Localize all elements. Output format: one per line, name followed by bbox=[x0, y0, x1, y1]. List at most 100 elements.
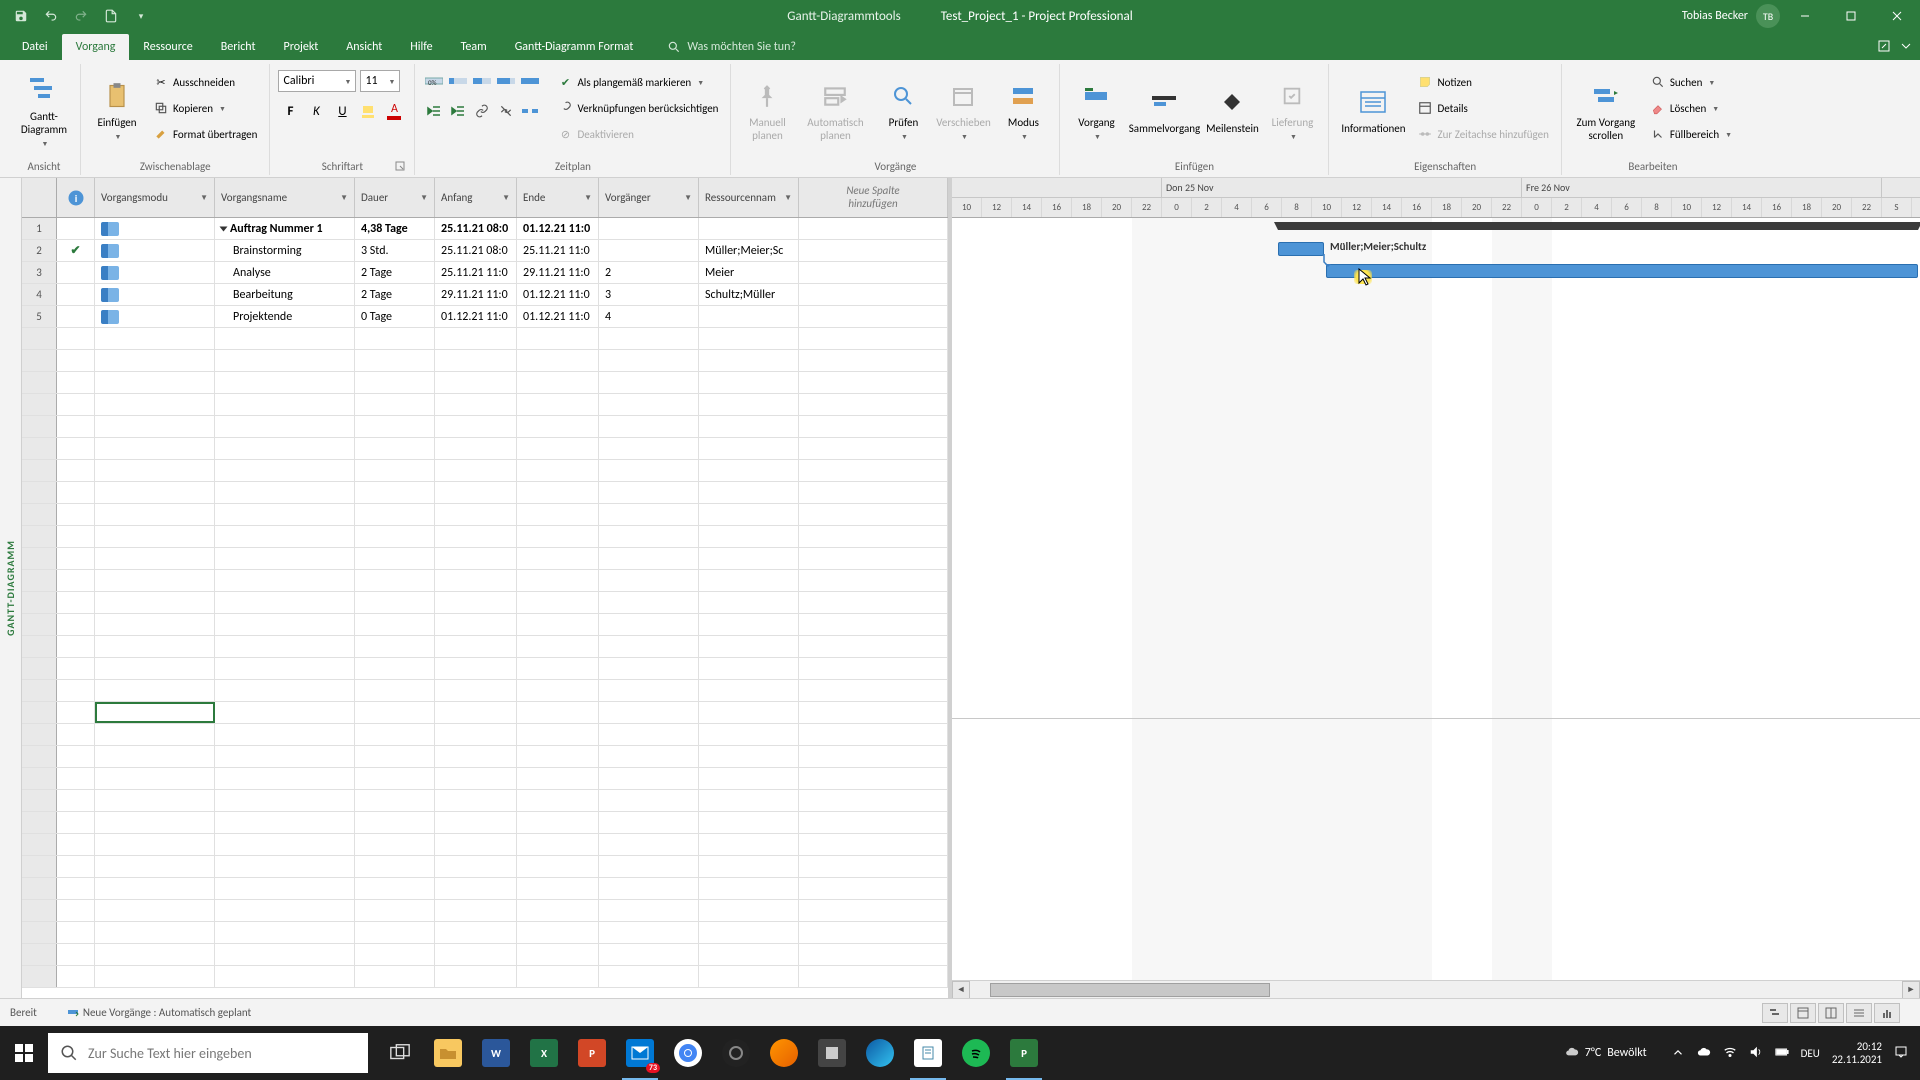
cell-resources[interactable]: Müller;Meier;Sc bbox=[699, 240, 799, 261]
cell-info[interactable] bbox=[57, 724, 95, 745]
cell-start[interactable]: 01.12.21 11:0 bbox=[435, 306, 517, 327]
cell-end[interactable] bbox=[517, 702, 599, 723]
cell-duration[interactable] bbox=[355, 636, 435, 657]
cell-predecessors[interactable] bbox=[599, 372, 699, 393]
cell-resources[interactable] bbox=[699, 702, 799, 723]
row-number[interactable] bbox=[22, 944, 57, 965]
cell-new[interactable] bbox=[799, 240, 948, 261]
table-row[interactable] bbox=[22, 394, 948, 416]
copy-button[interactable]: Kopieren▼ bbox=[149, 96, 261, 120]
cell-mode[interactable] bbox=[95, 724, 215, 745]
cell-resources[interactable] bbox=[699, 548, 799, 569]
table-row[interactable] bbox=[22, 526, 948, 548]
cell-duration[interactable]: 4,38 Tage bbox=[355, 218, 435, 239]
cell-name[interactable] bbox=[215, 702, 355, 723]
cell-duration[interactable] bbox=[355, 548, 435, 569]
cell-mode[interactable] bbox=[95, 680, 215, 701]
cell-new[interactable] bbox=[799, 504, 948, 525]
table-row[interactable] bbox=[22, 372, 948, 394]
cell-mode[interactable] bbox=[95, 856, 215, 877]
cell-mode[interactable] bbox=[95, 570, 215, 591]
tab-ansicht[interactable]: Ansicht bbox=[332, 34, 396, 60]
cell-predecessors[interactable] bbox=[599, 240, 699, 261]
bold-button[interactable]: F bbox=[278, 100, 302, 122]
cell-new[interactable] bbox=[799, 460, 948, 481]
cell-info[interactable] bbox=[57, 262, 95, 283]
cell-end[interactable]: 29.11.21 11:0 bbox=[517, 262, 599, 283]
cell-duration[interactable] bbox=[355, 570, 435, 591]
row-number[interactable] bbox=[22, 834, 57, 855]
table-row[interactable] bbox=[22, 966, 948, 988]
cell-duration[interactable] bbox=[355, 834, 435, 855]
row-number[interactable] bbox=[22, 438, 57, 459]
cell-start[interactable] bbox=[435, 658, 517, 679]
col-mode[interactable]: Vorgangsmodu▼ bbox=[95, 178, 215, 217]
clock[interactable]: 20:12 22.11.2021 bbox=[1832, 1040, 1882, 1066]
cell-mode[interactable] bbox=[95, 614, 215, 635]
cell-mode[interactable] bbox=[95, 922, 215, 943]
cell-info[interactable] bbox=[57, 922, 95, 943]
cell-mode[interactable] bbox=[95, 284, 215, 305]
cell-start[interactable] bbox=[435, 856, 517, 877]
cell-start[interactable]: 25.11.21 11:0 bbox=[435, 262, 517, 283]
cell-new[interactable] bbox=[799, 944, 948, 965]
cell-info[interactable] bbox=[57, 482, 95, 503]
cell-duration[interactable] bbox=[355, 680, 435, 701]
table-row[interactable]: 5Projektende0 Tage01.12.21 11:001.12.21 … bbox=[22, 306, 948, 328]
chrome-icon[interactable] bbox=[664, 1026, 712, 1080]
cell-start[interactable] bbox=[435, 944, 517, 965]
cell-predecessors[interactable]: 2 bbox=[599, 262, 699, 283]
cell-mode[interactable] bbox=[95, 812, 215, 833]
table-row[interactable] bbox=[22, 724, 948, 746]
cell-predecessors[interactable]: 4 bbox=[599, 306, 699, 327]
table-row[interactable]: 2✔Brainstorming3 Std.25.11.21 08:025.11.… bbox=[22, 240, 948, 262]
cell-predecessors[interactable] bbox=[599, 592, 699, 613]
cell-resources[interactable] bbox=[699, 328, 799, 349]
cell-duration[interactable] bbox=[355, 438, 435, 459]
cell-name[interactable] bbox=[215, 922, 355, 943]
row-number[interactable] bbox=[22, 878, 57, 899]
cell-info[interactable] bbox=[57, 658, 95, 679]
cell-end[interactable] bbox=[517, 834, 599, 855]
cell-info[interactable] bbox=[57, 790, 95, 811]
cell-name[interactable] bbox=[215, 944, 355, 965]
cell-predecessors[interactable] bbox=[599, 944, 699, 965]
cell-duration[interactable] bbox=[355, 482, 435, 503]
cell-info[interactable] bbox=[57, 768, 95, 789]
gantt-task-bar-analyse[interactable] bbox=[1326, 264, 1918, 278]
cell-new[interactable] bbox=[799, 306, 948, 327]
cell-new[interactable] bbox=[799, 614, 948, 635]
cell-name[interactable] bbox=[215, 460, 355, 481]
cell-end[interactable] bbox=[517, 680, 599, 701]
cell-new[interactable] bbox=[799, 724, 948, 745]
cell-start[interactable] bbox=[435, 746, 517, 767]
cell-predecessors[interactable] bbox=[599, 614, 699, 635]
table-row[interactable] bbox=[22, 328, 948, 350]
cell-predecessors[interactable] bbox=[599, 218, 699, 239]
cell-mode[interactable] bbox=[95, 372, 215, 393]
cell-duration[interactable]: 2 Tage bbox=[355, 262, 435, 283]
cell-duration[interactable] bbox=[355, 812, 435, 833]
cell-name[interactable]: Projektende bbox=[215, 306, 355, 327]
cell-name[interactable] bbox=[215, 680, 355, 701]
row-number[interactable] bbox=[22, 504, 57, 525]
cell-resources[interactable] bbox=[699, 834, 799, 855]
cell-name[interactable] bbox=[215, 438, 355, 459]
cell-info[interactable] bbox=[57, 900, 95, 921]
link-tasks-icon[interactable] bbox=[471, 100, 493, 122]
cell-end[interactable] bbox=[517, 900, 599, 921]
manually-schedule-button[interactable]: Manuell planen bbox=[739, 70, 795, 152]
table-row[interactable] bbox=[22, 636, 948, 658]
cell-resources[interactable] bbox=[699, 350, 799, 371]
cell-start[interactable] bbox=[435, 812, 517, 833]
scroll-left-icon[interactable]: ◄ bbox=[952, 981, 970, 999]
row-number[interactable]: 3 bbox=[22, 262, 57, 283]
cell-duration[interactable]: 3 Std. bbox=[355, 240, 435, 261]
cell-start[interactable] bbox=[435, 438, 517, 459]
cell-mode[interactable] bbox=[95, 944, 215, 965]
cell-name[interactable] bbox=[215, 724, 355, 745]
tab-bericht[interactable]: Bericht bbox=[207, 34, 270, 60]
cell-new[interactable] bbox=[799, 482, 948, 503]
cell-new[interactable] bbox=[799, 790, 948, 811]
cell-end[interactable]: 01.12.21 11:0 bbox=[517, 218, 599, 239]
